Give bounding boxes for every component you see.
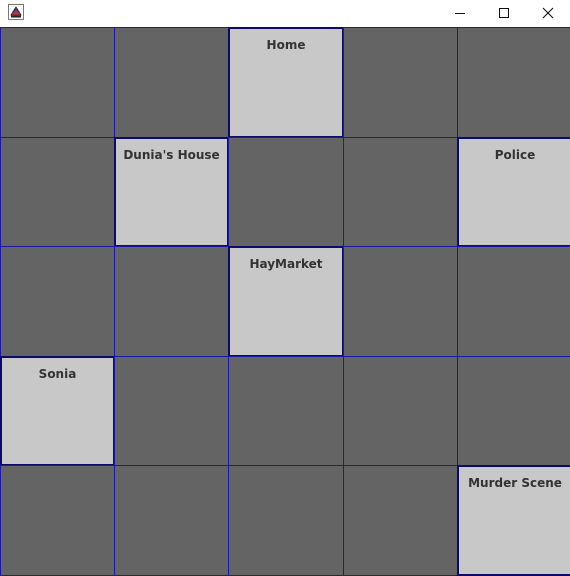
grid-cell[interactable] [228, 465, 344, 576]
grid-cell[interactable] [114, 27, 229, 138]
grid-cell[interactable] [0, 465, 115, 576]
grid-cell[interactable] [228, 137, 344, 247]
grid-cell[interactable] [343, 246, 458, 357]
cell-label: HayMarket [249, 257, 323, 271]
grid-cell[interactable] [343, 465, 458, 576]
cell-label: Home [266, 38, 306, 52]
grid-cell[interactable] [114, 246, 229, 357]
grid-cell[interactable] [457, 246, 570, 357]
board-grid: Home Dunia's House Police HayMarket Soni… [0, 27, 570, 576]
minimize-icon [454, 7, 466, 19]
cell-label: Sonia [38, 367, 77, 381]
java-app-icon [8, 4, 24, 20]
close-button[interactable] [526, 0, 570, 25]
maximize-button[interactable] [482, 0, 526, 25]
grid-cell[interactable] [114, 465, 229, 576]
minimize-button[interactable] [438, 0, 482, 25]
cell-label: Dunia's House [123, 148, 220, 162]
grid-cell[interactable] [343, 27, 458, 138]
cell-label: Police [494, 148, 536, 162]
cell-label: Murder Scene [468, 476, 562, 490]
location-home[interactable]: Home [228, 27, 344, 138]
grid-cell[interactable] [114, 356, 229, 466]
grid-cell[interactable] [228, 356, 344, 466]
location-murder-scene[interactable]: Murder Scene [457, 465, 570, 576]
grid-cell[interactable] [343, 356, 458, 466]
title-bar [0, 0, 570, 27]
location-dunias-house[interactable]: Dunia's House [114, 137, 229, 247]
grid-cell[interactable] [0, 27, 115, 138]
grid-cell[interactable] [343, 137, 458, 247]
grid-cell[interactable] [457, 27, 570, 138]
grid-cell[interactable] [0, 137, 115, 247]
location-police[interactable]: Police [457, 137, 570, 247]
grid-cell[interactable] [0, 246, 115, 357]
location-sonia[interactable]: Sonia [0, 356, 115, 466]
maximize-icon [498, 7, 510, 19]
grid-cell[interactable] [457, 356, 570, 466]
close-icon [542, 7, 554, 19]
location-haymarket[interactable]: HayMarket [228, 246, 344, 357]
